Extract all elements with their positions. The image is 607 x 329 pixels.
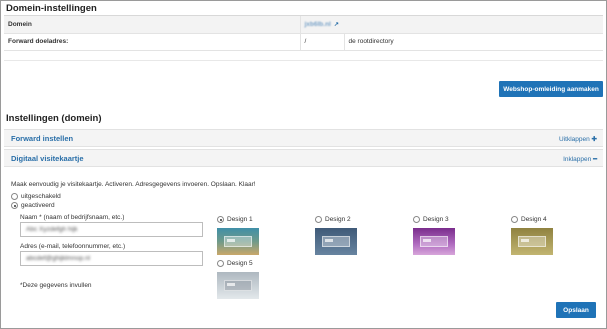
radio-button[interactable]	[217, 260, 224, 267]
design-thumbnail[interactable]	[511, 228, 553, 255]
save-button[interactable]: Opslaan	[556, 302, 596, 318]
section-title-domain-settings-2: Instellingen (domein)	[6, 113, 102, 124]
design-option-4[interactable]: Design 4	[511, 216, 553, 255]
external-link-icon[interactable]: ↗	[334, 22, 339, 28]
table-spacer	[4, 51, 603, 61]
intro-text: Maak eenvoudig je visitekaartje. Activer…	[11, 181, 256, 188]
table-row: Domein jxb6lb.nl ↗	[4, 16, 603, 34]
address-value: abcdef@ghijklmnop.nl	[26, 255, 91, 262]
accordion-title[interactable]: Digitaal visitekaartje	[11, 154, 84, 163]
design-thumbnail[interactable]	[315, 228, 357, 255]
design-label: Design 4	[521, 216, 547, 223]
design-thumbnail[interactable]	[217, 228, 259, 255]
name-value: Abc Xyzdefgh hijk	[26, 226, 78, 233]
radio-button[interactable]	[11, 193, 18, 200]
name-label: Naam * (naam of bedrijfsnaam, etc.)	[20, 214, 125, 221]
collapse-label[interactable]: Inklappen	[563, 156, 591, 163]
minus-icon: ━	[593, 156, 597, 163]
plus-icon: ✚	[591, 136, 597, 143]
design-label: Design 5	[227, 260, 253, 267]
design-thumbnail[interactable]	[413, 228, 455, 255]
forward-target-value: /	[299, 33, 344, 51]
design-option-5[interactable]: Design 5	[217, 260, 259, 299]
radio-button[interactable]	[217, 216, 224, 223]
row-label-domain: Domein	[4, 16, 300, 34]
radio-label: geactiveerd	[21, 202, 55, 209]
create-webshop-redirect-button[interactable]: Webshop-omleiding aanmaken	[499, 81, 603, 97]
design-option-1[interactable]: Design 1	[217, 216, 259, 255]
radio-button[interactable]	[11, 202, 18, 209]
table-row: Forward doeladres: / de rootdirectory	[4, 33, 603, 51]
radio-button[interactable]	[413, 216, 420, 223]
design-option-3[interactable]: Design 3	[413, 216, 455, 255]
address-input[interactable]: abcdef@ghijklmnop.nl	[20, 251, 203, 266]
radio-disabled[interactable]: uitgeschakeld	[11, 193, 61, 200]
design-label: Design 2	[325, 216, 351, 223]
expand-label[interactable]: Uitklappen	[559, 136, 590, 143]
accordion-title[interactable]: Forward instellen	[11, 134, 73, 143]
design-label: Design 1	[227, 216, 253, 223]
radio-button[interactable]	[315, 216, 322, 223]
row-label-forward: Forward doeladres:	[4, 33, 300, 51]
design-thumbnail[interactable]	[217, 272, 259, 299]
accordion-toggle[interactable]: Inklappen ━	[563, 155, 597, 163]
radio-label: uitgeschakeld	[21, 193, 61, 200]
accordion-toggle[interactable]: Uitklappen ✚	[559, 135, 597, 143]
domain-value-cell: jxb6lb.nl ↗	[299, 16, 603, 34]
domain-link[interactable]: jxb6lb.nl	[305, 21, 331, 28]
domain-settings-table: Domein jxb6lb.nl ↗ Forward doeladres: / d…	[4, 16, 603, 51]
design-label: Design 3	[423, 216, 449, 223]
address-label: Adres (e-mail, telefoonnummer, etc.)	[20, 243, 126, 250]
section-title-domain-settings: Domein-instellingen	[6, 3, 97, 14]
radio-activated[interactable]: geactiveerd	[11, 202, 55, 209]
accordion-business-card[interactable]: Digitaal visitekaartje Inklappen ━	[4, 149, 603, 167]
radio-button[interactable]	[511, 216, 518, 223]
accordion-forward[interactable]: Forward instellen Uitklappen ✚	[4, 129, 603, 147]
forward-target-description: de rootdirectory	[343, 33, 603, 51]
design-option-2[interactable]: Design 2	[315, 216, 357, 255]
required-note: *Deze gegevens invullen	[20, 282, 92, 289]
name-input[interactable]: Abc Xyzdefgh hijk	[20, 222, 203, 237]
